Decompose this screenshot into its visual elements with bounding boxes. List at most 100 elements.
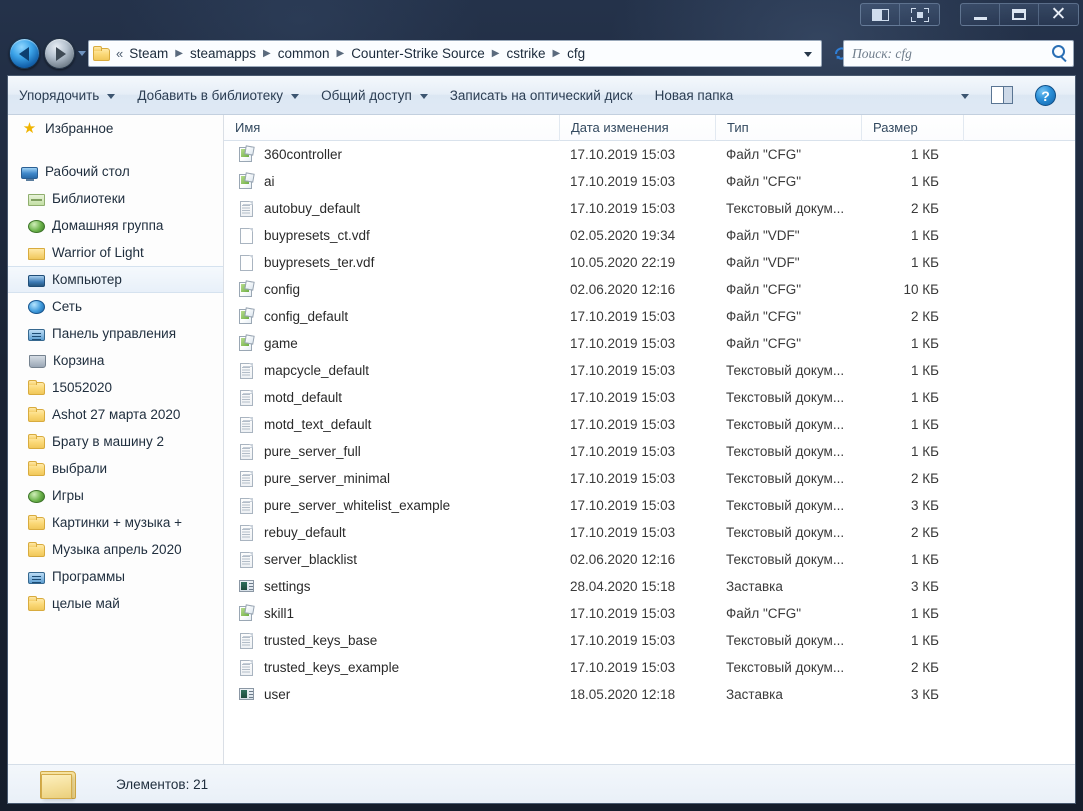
breadcrumb-item-steam[interactable]: Steam	[127, 45, 170, 62]
table-row[interactable]: trusted_keys_example 17.10.2019 15:03 Текс…	[224, 654, 1075, 681]
screenshot-region-button[interactable]	[900, 4, 939, 25]
file-name-cell[interactable]: autobuy_default	[224, 200, 559, 217]
search-input[interactable]: Поиск: cfg	[852, 46, 912, 62]
table-row[interactable]: pure_server_full 17.10.2019 15:03 Текстовы…	[224, 438, 1075, 465]
column-header-date[interactable]: Дата изменения	[559, 115, 715, 141]
breadcrumb-chevron-icon[interactable]: ▶	[263, 48, 271, 59]
file-list-pane[interactable]: Имя Дата изменения Тип Размер 360control…	[224, 115, 1075, 764]
file-name-cell[interactable]: motd_text_default	[224, 416, 559, 433]
column-header-size[interactable]: Размер	[861, 115, 963, 141]
sidebar-item-kartinki-muzyka[interactable]: Картинки + музыка +	[8, 509, 223, 536]
sidebar-item-favorites[interactable]: ★ Избранное	[8, 115, 223, 142]
close-button[interactable]: ✕	[1039, 4, 1078, 25]
table-row[interactable]: buypresets_ter.vdf 10.05.2020 22:19 Файл "…	[224, 249, 1075, 276]
navigation-pane[interactable]: ★ Избранное Рабочий стол Библиотеки Дома…	[8, 115, 224, 764]
breadcrumb-chevron-icon[interactable]: ▶	[552, 48, 560, 59]
breadcrumb-item-cstrike[interactable]: cstrike	[504, 45, 547, 62]
breadcrumb-item-common[interactable]: common	[276, 45, 332, 62]
sidebar-item-recycle-bin[interactable]: Корзина	[8, 347, 223, 374]
sidebar-item-desktop[interactable]: Рабочий стол	[8, 158, 223, 185]
sidebar-item-vybrali[interactable]: выбрали	[8, 455, 223, 482]
file-name-cell[interactable]: motd_default	[224, 389, 559, 406]
breadcrumb-chevron-icon[interactable]: ▶	[175, 48, 183, 59]
snip-pane-button[interactable]	[861, 4, 900, 25]
table-row[interactable]: pure_server_minimal 17.10.2019 15:03 Текст…	[224, 465, 1075, 492]
column-header-type[interactable]: Тип	[715, 115, 861, 141]
file-name-cell[interactable]: pure_server_minimal	[224, 470, 559, 487]
table-row[interactable]: skill1 17.10.2019 15:03 Файл "CFG" 1 КБ	[224, 600, 1075, 627]
search-box[interactable]: Поиск: cfg	[843, 40, 1074, 67]
address-dropdown-caret-icon[interactable]	[804, 52, 812, 57]
file-name-cell[interactable]: buypresets_ct.vdf	[224, 227, 559, 244]
table-row[interactable]: game 17.10.2019 15:03 Файл "CFG" 1 КБ	[224, 330, 1075, 357]
recent-pages-caret-icon[interactable]	[78, 51, 86, 56]
table-row[interactable]: server_blacklist 02.06.2020 12:16 Текстовы…	[224, 546, 1075, 573]
sidebar-item-muzyka-aprel-2020[interactable]: Музыка апрель 2020	[8, 536, 223, 563]
back-button[interactable]	[9, 38, 40, 69]
toolbar-new-folder-button[interactable]: Новая папка	[644, 77, 745, 114]
file-name-cell[interactable]: config	[224, 281, 559, 298]
file-name-cell[interactable]: trusted_keys_example	[224, 659, 559, 676]
table-row[interactable]: autobuy_default 17.10.2019 15:03 Текстовый…	[224, 195, 1075, 222]
table-row[interactable]: 360controller 17.10.2019 15:03 Файл "CFG" 1…	[224, 141, 1075, 168]
file-name-cell[interactable]: pure_server_whitelist_example	[224, 497, 559, 514]
table-row[interactable]: pure_server_whitelist_example 17.10.2019 …	[224, 492, 1075, 519]
file-name-cell[interactable]: ai	[224, 173, 559, 190]
sidebar-item-warrior-of-light[interactable]: Warrior of Light	[8, 239, 223, 266]
sidebar-item-igry[interactable]: Игры	[8, 482, 223, 509]
table-row[interactable]: mapcycle_default 17.10.2019 15:03 Текстовы…	[224, 357, 1075, 384]
address-bar[interactable]: « Steam ▶ steamapps ▶ common ▶ Counter-S…	[88, 40, 822, 67]
table-row[interactable]: rebuy_default 17.10.2019 15:03 Текстовый д…	[224, 519, 1075, 546]
breadcrumb-item-cfg[interactable]: cfg	[565, 45, 587, 62]
breadcrumb-chevron-icon[interactable]: ▶	[336, 48, 344, 59]
breadcrumb-item-counter-strike-source[interactable]: Counter-Strike Source	[349, 45, 487, 62]
file-name-cell[interactable]: rebuy_default	[224, 524, 559, 541]
table-row[interactable]: buypresets_ct.vdf 02.05.2020 19:34 Файл "V…	[224, 222, 1075, 249]
forward-button[interactable]	[44, 38, 75, 69]
sidebar-item-15052020[interactable]: 15052020	[8, 374, 223, 401]
sidebar-item-bratu-v-mashinu-2[interactable]: Брату в машину 2	[8, 428, 223, 455]
table-row[interactable]: ai 17.10.2019 15:03 Файл "CFG" 1 КБ	[224, 168, 1075, 195]
table-row[interactable]: motd_default 17.10.2019 15:03 Текстовый до…	[224, 384, 1075, 411]
column-header-filler[interactable]	[963, 115, 1075, 141]
table-row[interactable]: trusted_keys_base 17.10.2019 15:03 Текстов…	[224, 627, 1075, 654]
file-name-cell[interactable]: buypresets_ter.vdf	[224, 254, 559, 271]
sidebar-item-computer[interactable]: Компьютер	[8, 266, 223, 293]
breadcrumb-overflow-icon[interactable]: «	[116, 46, 123, 61]
toolbar-organize-button[interactable]: Упорядочить	[8, 77, 126, 114]
view-dropdown-caret-icon[interactable]	[961, 93, 969, 99]
file-name-cell[interactable]: server_blacklist	[224, 551, 559, 568]
table-row[interactable]: settings 28.04.2020 15:18 Заставка 3 КБ	[224, 573, 1075, 600]
toolbar-share-button[interactable]: Общий доступ	[310, 77, 439, 114]
sidebar-item-homegroup[interactable]: Домашняя группа	[8, 212, 223, 239]
table-row[interactable]: config 02.06.2020 12:16 Файл "CFG" 10 КБ	[224, 276, 1075, 303]
table-row[interactable]: motd_text_default 17.10.2019 15:03 Текстов…	[224, 411, 1075, 438]
change-view-button[interactable]	[920, 77, 980, 114]
file-name-cell[interactable]: settings	[224, 578, 559, 595]
sidebar-item-ashot-27-marta-2020[interactable]: Ashot 27 марта 2020	[8, 401, 223, 428]
table-row[interactable]: config_default 17.10.2019 15:03 Файл "CFG"…	[224, 303, 1075, 330]
sidebar-item-network[interactable]: Сеть	[8, 293, 223, 320]
breadcrumb-item-steamapps[interactable]: steamapps	[188, 45, 258, 62]
sidebar-item-control-panel[interactable]: Панель управления	[8, 320, 223, 347]
preview-pane-button[interactable]	[980, 77, 1024, 114]
file-name-cell[interactable]: config_default	[224, 308, 559, 325]
toolbar-add-to-library-button[interactable]: Добавить в библиотеку	[126, 77, 310, 114]
column-header-name[interactable]: Имя	[224, 115, 559, 141]
minimize-button[interactable]	[961, 4, 1000, 25]
file-name-cell[interactable]: pure_server_full	[224, 443, 559, 460]
help-button[interactable]: ?	[1024, 77, 1067, 114]
sidebar-item-tselye-may[interactable]: целые май	[8, 590, 223, 617]
file-name-cell[interactable]: trusted_keys_base	[224, 632, 559, 649]
table-row[interactable]: user 18.05.2020 12:18 Заставка 3 КБ	[224, 681, 1075, 708]
file-name-cell[interactable]: mapcycle_default	[224, 362, 559, 379]
breadcrumb-chevron-icon[interactable]: ▶	[492, 48, 500, 59]
file-name-cell[interactable]: 360controller	[224, 146, 559, 163]
file-name-cell[interactable]: user	[224, 686, 559, 703]
maximize-button[interactable]	[1000, 4, 1039, 25]
toolbar-burn-button[interactable]: Записать на оптический диск	[439, 77, 644, 114]
file-name-cell[interactable]: game	[224, 335, 559, 352]
sidebar-item-libraries[interactable]: Библиотеки	[8, 185, 223, 212]
sidebar-item-programmy[interactable]: Программы	[8, 563, 223, 590]
file-name-cell[interactable]: skill1	[224, 605, 559, 622]
